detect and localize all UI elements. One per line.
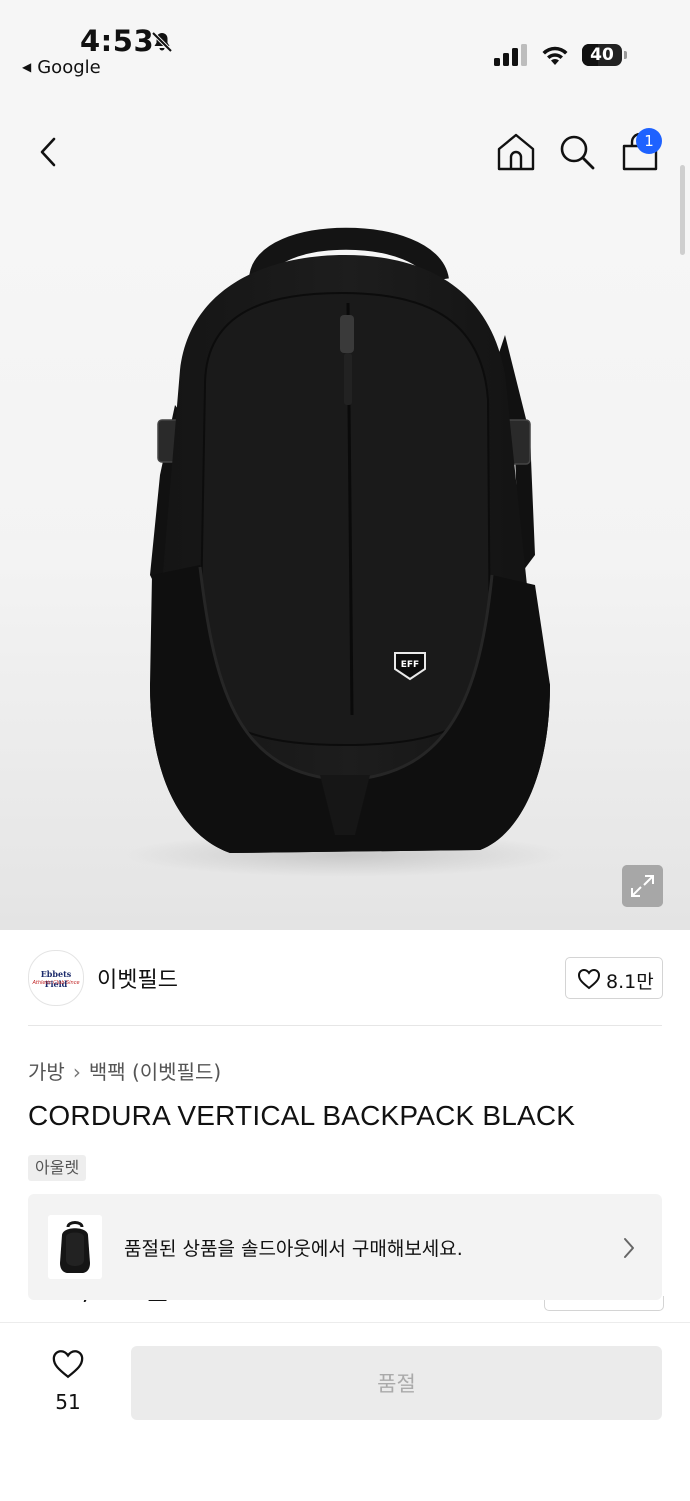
- product-image-area[interactable]: EFF: [0, 205, 690, 930]
- bell-slash-icon: [151, 31, 173, 53]
- battery-percent: 40: [590, 45, 614, 65]
- expand-icon[interactable]: [622, 865, 663, 907]
- home-icon[interactable]: [494, 130, 538, 174]
- chevron-right-icon: [624, 1238, 634, 1258]
- scroll-indicator: [680, 165, 685, 255]
- wifi-icon: [542, 46, 568, 65]
- brand-row[interactable]: Ebbets Field Athletic Club Since 이벳필드 8.…: [28, 950, 663, 1006]
- breadcrumb: 가방 › 백팩 (이벳필드): [28, 1056, 221, 1085]
- cart-count-badge: 1: [636, 128, 662, 154]
- soldout-thumbnail: [48, 1215, 102, 1279]
- wishlist-button[interactable]: 51: [40, 1348, 96, 1418]
- battery-icon: 40: [582, 44, 628, 68]
- soldout-banner[interactable]: 품절된 상품을 솔드아웃에서 구매해보세요.: [28, 1194, 662, 1300]
- breadcrumb-category[interactable]: 가방: [28, 1060, 65, 1084]
- back-app-label: Google: [37, 57, 101, 78]
- brand-logo-subtext: Athletic Club Since: [32, 980, 80, 986]
- brand-logo-text: Ebbets Field: [40, 969, 72, 989]
- signal-icon: [494, 44, 527, 66]
- heart-icon: [52, 1350, 84, 1379]
- back-triangle-icon: ◀: [22, 60, 32, 74]
- soldout-text: 품절된 상품을 솔드아웃에서 구매해보세요.: [124, 1238, 463, 1260]
- product-title: CORDURA VERTICAL BACKPACK BLACK: [28, 1100, 576, 1131]
- brand-name[interactable]: 이벳필드: [97, 962, 178, 994]
- battery-cap: [624, 51, 627, 59]
- outlet-tag: 아울렛: [28, 1155, 87, 1181]
- brand-like-button[interactable]: 8.1만: [565, 957, 663, 999]
- heart-icon: [577, 968, 601, 990]
- soldout-purchase-button[interactable]: 품절: [131, 1346, 662, 1420]
- brand-logo[interactable]: Ebbets Field Athletic Club Since: [28, 950, 84, 1006]
- back-to-app-link[interactable]: ◀ Google: [22, 57, 101, 78]
- brand-like-count: 8.1만: [606, 971, 654, 993]
- divider: [28, 1025, 662, 1026]
- wishlist-count: 51: [55, 1390, 81, 1414]
- back-icon[interactable]: [28, 130, 72, 174]
- chevron-right-icon: ›: [72, 1060, 81, 1084]
- badge-text: EFF: [401, 660, 419, 670]
- breadcrumb-subcategory[interactable]: 백팩 (이벳필드): [89, 1060, 221, 1084]
- search-icon[interactable]: [555, 130, 599, 174]
- status-time: 4:53: [80, 24, 155, 58]
- product-image: EFF: [125, 227, 565, 877]
